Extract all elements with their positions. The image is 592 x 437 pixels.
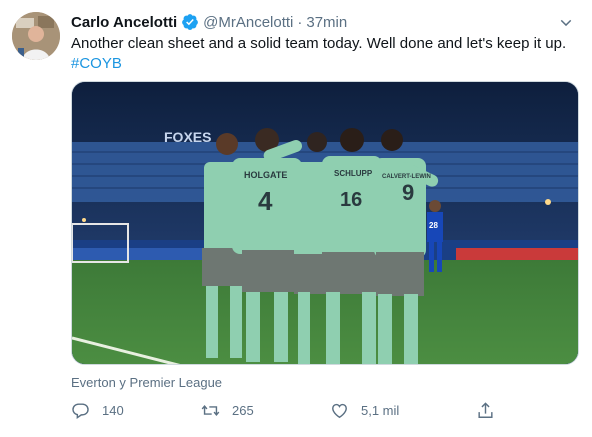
reply-count: 140 [102, 402, 124, 418]
like-button[interactable]: 5,1 mil [330, 398, 399, 422]
heart-icon [332, 403, 347, 418]
author-handle[interactable]: @MrAncelotti [203, 14, 293, 31]
retweet-icon [201, 404, 220, 416]
stadium-board-text: FOXES [164, 129, 211, 145]
tweet-timestamp[interactable]: 37min [306, 14, 347, 31]
tweet[interactable]: Carlo Ancelotti @MrAncelotti · 37min Ano… [0, 0, 592, 437]
tweet-photo[interactable]: FOXES 28 HOLGATE 4 SCHLUPP 16 9 CALVERT-… [71, 81, 579, 365]
team-celebration-photo: FOXES 28 HOLGATE 4 SCHLUPP 16 9 CALVERT-… [72, 82, 578, 364]
tweet-header: Carlo Ancelotti @MrAncelotti · 37min [71, 12, 347, 32]
retweet-button[interactable]: 265 [201, 398, 254, 422]
reply-button[interactable]: 140 [71, 398, 124, 422]
media-caption[interactable]: Everton y Premier League [71, 375, 222, 390]
more-options-icon[interactable] [554, 10, 578, 34]
shirt-name-calvert-lewin: CALVERT-LEWIN [382, 174, 431, 180]
avatar-image [12, 12, 60, 60]
action-bar: 140 265 5,1 mil [71, 398, 511, 422]
reply-icon [72, 402, 89, 419]
shirt-number-9: 9 [402, 180, 414, 205]
verified-badge-icon [181, 13, 199, 31]
shirt-number-4: 4 [258, 186, 273, 216]
avatar[interactable] [12, 12, 60, 60]
hashtag-link[interactable]: #COYB [71, 54, 576, 74]
shirt-name-schlupp: SCHLUPP [334, 169, 373, 178]
share-icon [478, 401, 493, 418]
shirt-name-holgate: HOLGATE [244, 170, 287, 180]
separator-dot: · [297, 13, 303, 31]
author-name[interactable]: Carlo Ancelotti [71, 14, 177, 31]
retweet-count: 265 [232, 402, 254, 418]
tweet-body: Another clean sheet and a solid team tod… [71, 35, 567, 52]
like-count: 5,1 mil [361, 402, 400, 418]
shirt-number-16: 16 [340, 189, 362, 211]
tweet-text: Another clean sheet and a solid team tod… [71, 34, 576, 74]
share-button[interactable] [476, 398, 507, 422]
opponent-number: 28 [429, 221, 438, 230]
